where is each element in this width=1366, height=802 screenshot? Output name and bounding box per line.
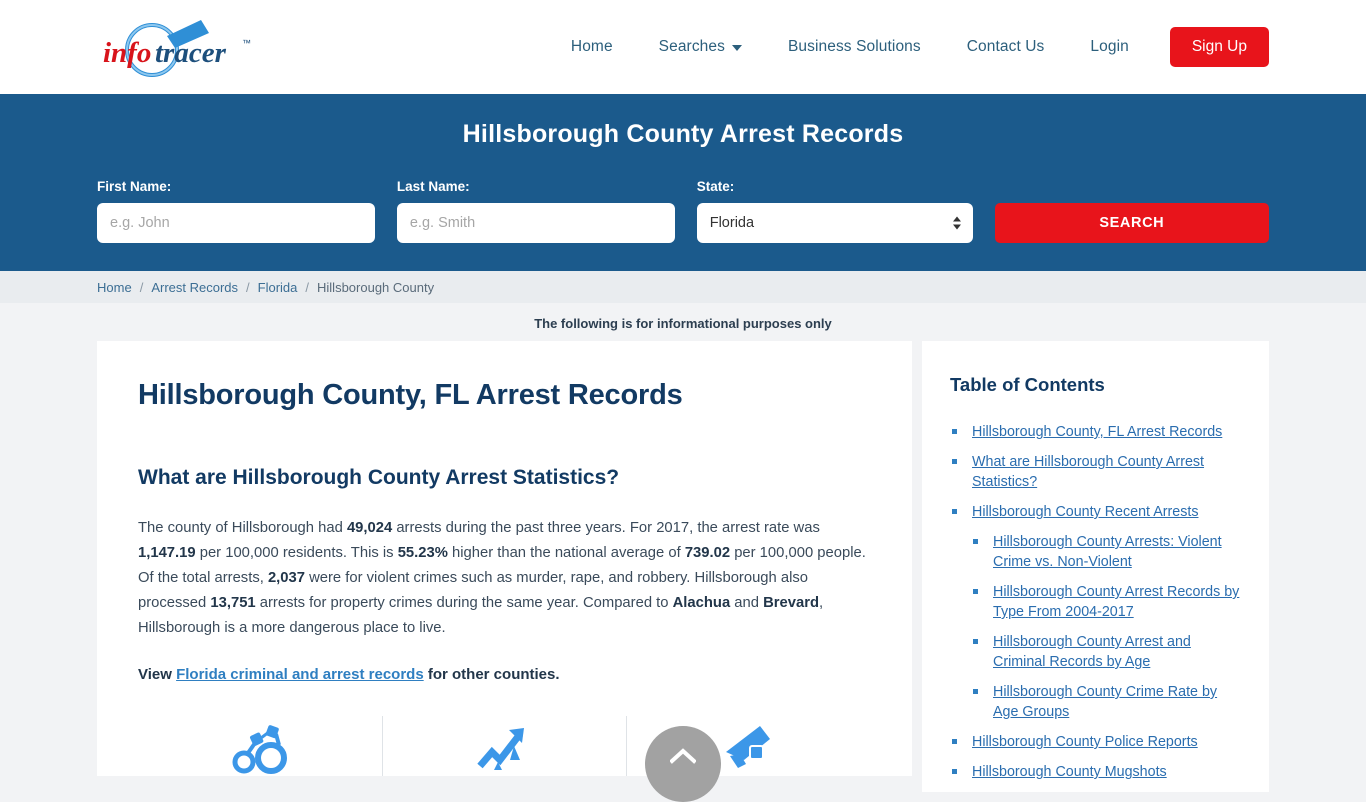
search-form: First Name: Last Name: State: Florida SE… xyxy=(97,179,1269,243)
scroll-to-top-button[interactable] xyxy=(645,726,721,802)
para-text: and xyxy=(730,595,764,611)
breadcrumb: Home / Arrest Records / Florida / Hillsb… xyxy=(0,271,1366,303)
trend-chart-icon xyxy=(476,722,534,779)
gun-icon xyxy=(720,722,778,779)
para-text: The county of Hillsborough had xyxy=(138,520,347,536)
toc-item: Hillsborough County Police Reports xyxy=(950,732,1241,752)
toc-list: Hillsborough County, FL Arrest Records W… xyxy=(950,422,1241,782)
toc-subitem: Hillsborough County Arrests: Violent Cri… xyxy=(972,532,1241,572)
breadcrumb-item-home[interactable]: Home xyxy=(97,280,132,295)
feature-icon-row xyxy=(138,716,871,776)
search-banner: Hillsborough County Arrest Records First… xyxy=(0,94,1366,271)
nav-label-home: Home xyxy=(570,38,613,55)
toc-link-crime-rate-by-age-groups[interactable]: Hillsborough County Crime Rate by Age Gr… xyxy=(993,684,1217,720)
toc-link-arrest-records[interactable]: Hillsborough County, FL Arrest Records xyxy=(972,424,1222,440)
svg-text:tracer: tracer xyxy=(155,37,227,69)
site-header: info tracer ™ Home Searches Business Sol… xyxy=(0,0,1366,94)
state-select[interactable]: Florida xyxy=(696,203,973,243)
statistics-paragraph: The county of Hillsborough had 49,024 ar… xyxy=(138,516,871,641)
nav-item-home[interactable]: Home xyxy=(548,38,636,56)
toc-item: Hillsborough County, FL Arrest Records xyxy=(950,422,1241,442)
svg-text:info: info xyxy=(103,37,151,69)
state-label: State: xyxy=(696,179,735,194)
toc-link-records-by-age[interactable]: Hillsborough County Arrest and Criminal … xyxy=(993,634,1191,670)
svg-text:™: ™ xyxy=(242,38,251,48)
first-name-label: First Name: xyxy=(97,179,172,194)
feature-cell-arrests xyxy=(138,716,383,776)
toc-subitem: Hillsborough County Arrest Records by Ty… xyxy=(972,582,1241,622)
view-prefix: View xyxy=(138,666,177,683)
florida-records-link[interactable]: Florida criminal and arrest records xyxy=(176,666,424,683)
breadcrumb-separator: / xyxy=(305,279,310,295)
nav-label-login: Login xyxy=(1090,38,1129,55)
page-title: Hillsborough County, FL Arrest Records xyxy=(138,379,683,411)
toc-item: What are Hillsborough County Arrest Stat… xyxy=(950,452,1241,492)
view-suffix: for other counties. xyxy=(423,666,560,683)
chevron-down-icon xyxy=(731,45,742,51)
nav-item-contact-us[interactable]: Contact Us xyxy=(944,38,1068,56)
toc-title: Table of Contents xyxy=(950,374,1105,395)
nav-item-business-solutions[interactable]: Business Solutions xyxy=(765,38,944,56)
state-select-wrapper: Florida xyxy=(696,203,973,243)
infotracer-logo[interactable]: info tracer ™ xyxy=(97,16,262,78)
page-content: Hillsborough County, FL Arrest Records W… xyxy=(0,341,1366,792)
stat-percent-higher: 55.23% xyxy=(397,545,448,561)
para-text: arrests during the past three years. For… xyxy=(392,520,820,536)
informational-notice: The following is for informational purpo… xyxy=(534,316,832,331)
toc-subitem: Hillsborough County Crime Rate by Age Gr… xyxy=(972,682,1241,722)
toc-item: Hillsborough County Mugshots xyxy=(950,762,1241,782)
last-name-input[interactable] xyxy=(396,203,675,243)
handcuffs-icon xyxy=(231,722,289,779)
toc-link-violent-vs-nonviolent[interactable]: Hillsborough County Arrests: Violent Cri… xyxy=(993,534,1222,570)
breadcrumb-separator: / xyxy=(246,279,250,295)
sign-up-button[interactable]: Sign Up xyxy=(1169,27,1269,67)
last-name-label: Last Name: xyxy=(396,179,470,194)
nav-item-searches[interactable]: Searches xyxy=(636,38,765,56)
nav-label-business-solutions: Business Solutions xyxy=(787,38,921,55)
toc-subitem: Hillsborough County Arrest and Criminal … xyxy=(972,632,1241,672)
first-name-input[interactable] xyxy=(97,203,375,243)
breadcrumb-item-arrest-records[interactable]: Arrest Records xyxy=(151,280,238,295)
stat-arrest-rate: 1,147.19 xyxy=(138,545,196,561)
table-of-contents-card: Table of Contents Hillsborough County, F… xyxy=(922,341,1269,792)
para-text: per 100,000 residents. This is xyxy=(195,545,398,561)
nav-label-searches: Searches xyxy=(658,38,725,55)
feature-cell-trend xyxy=(383,716,628,776)
toc-link-recent-arrests[interactable]: Hillsborough County Recent Arrests xyxy=(972,504,1198,520)
toc-item: Hillsborough County Recent Arrests Hills… xyxy=(950,502,1241,722)
stat-national-average: 739.02 xyxy=(684,545,731,561)
view-other-counties-line: View Florida criminal and arrest records… xyxy=(138,666,871,683)
para-text: arrests for property crimes during the s… xyxy=(255,595,673,611)
breadcrumb-separator: / xyxy=(139,279,144,295)
nav-label-contact-us: Contact Us xyxy=(966,38,1045,55)
toc-link-police-reports[interactable]: Hillsborough County Police Reports xyxy=(972,734,1198,750)
nav-item-login[interactable]: Login xyxy=(1067,38,1151,56)
primary-nav: Home Searches Business Solutions Contact… xyxy=(548,27,1269,67)
article-card: Hillsborough County, FL Arrest Records W… xyxy=(97,341,912,776)
stat-property-crimes: 13,751 xyxy=(210,595,256,611)
last-name-field-group: Last Name: xyxy=(396,179,675,243)
toc-sublist: Hillsborough County Arrests: Violent Cri… xyxy=(972,532,1241,722)
toc-link-records-by-type[interactable]: Hillsborough County Arrest Records by Ty… xyxy=(993,584,1239,620)
stat-violent-crimes: 2,037 xyxy=(267,570,305,586)
stat-total-arrests: 49,024 xyxy=(346,520,393,536)
breadcrumb-current: Hillsborough County xyxy=(317,279,435,295)
toc-link-mugshots[interactable]: Hillsborough County Mugshots xyxy=(972,764,1167,780)
para-text: higher than the national average of xyxy=(447,545,685,561)
search-button[interactable]: SEARCH xyxy=(994,203,1269,243)
section-heading-statistics: What are Hillsborough County Arrest Stat… xyxy=(138,466,620,489)
county-brevard: Brevard xyxy=(763,595,820,611)
banner-title: Hillsborough County Arrest Records xyxy=(462,120,904,148)
county-alachua: Alachua xyxy=(672,595,731,611)
breadcrumb-item-florida[interactable]: Florida xyxy=(258,280,298,295)
state-field-group: State: Florida xyxy=(696,179,973,243)
toc-link-arrest-statistics[interactable]: What are Hillsborough County Arrest Stat… xyxy=(972,454,1204,490)
first-name-field-group: First Name: xyxy=(97,179,375,243)
